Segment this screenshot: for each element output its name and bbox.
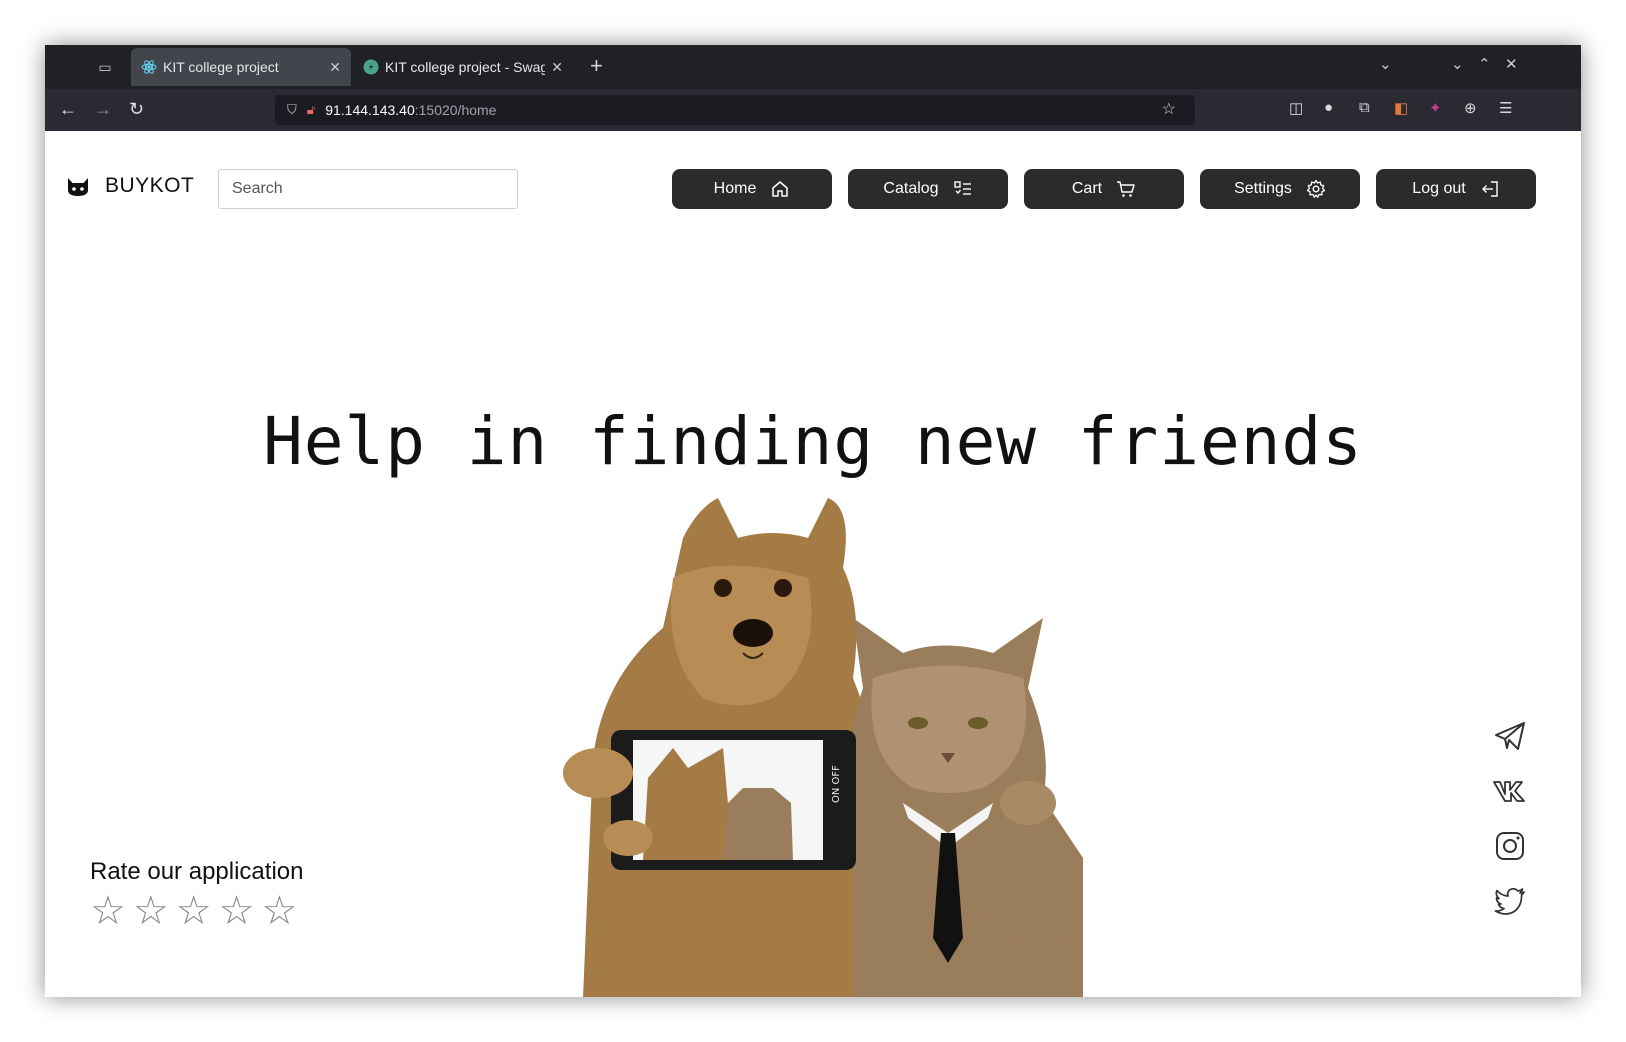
settings-button[interactable]: Settings <box>1200 169 1360 209</box>
telegram-icon[interactable] <box>1490 716 1530 756</box>
search-input[interactable] <box>218 169 518 209</box>
globe-icon[interactable]: ⊕ <box>1464 99 1477 117</box>
catalog-button-label: Catalog <box>883 180 939 197</box>
url-bar[interactable]: ⛉ 🔓︎ 91.144.143.40:15020/home ☆ <box>275 95 1195 125</box>
url-path: :15020/home <box>414 102 497 118</box>
logout-icon <box>1480 179 1500 199</box>
home-button-label: Home <box>713 180 757 197</box>
account-icon[interactable]: ● <box>1324 99 1333 116</box>
tab-title: KIT college project - Swagg <box>385 59 546 75</box>
social-links <box>1490 716 1538 936</box>
extension-icon[interactable]: ◧ <box>1394 99 1408 117</box>
cart-button[interactable]: Cart <box>1024 169 1184 209</box>
pocket-icon[interactable]: ◫ <box>1289 99 1303 117</box>
maximize-icon[interactable]: ⌃ <box>1478 55 1491 73</box>
star-icon[interactable]: ☆ <box>261 890 297 932</box>
list-tabs-icon[interactable]: ⌄ <box>1379 55 1392 73</box>
react-icon <box>141 60 157 74</box>
vk-icon[interactable] <box>1490 771 1530 811</box>
logout-button[interactable]: Log out <box>1376 169 1536 209</box>
instagram-icon[interactable] <box>1490 826 1530 866</box>
insecure-lock-icon[interactable]: 🔓︎ <box>307 102 315 118</box>
colorful-extension-icon[interactable]: ✦ <box>1429 99 1442 117</box>
twitter-icon[interactable] <box>1490 881 1530 921</box>
browser-window: ▭ KIT college project ✕ KIT college proj… <box>45 45 1581 997</box>
star-icon[interactable]: ☆ <box>90 890 126 932</box>
tab-overview-icon[interactable]: ▭ <box>95 57 115 77</box>
site-logo[interactable]: BUYKOT <box>65 173 194 199</box>
star-icon[interactable]: ☆ <box>176 890 212 932</box>
menu-icon[interactable]: ☰ <box>1499 99 1512 117</box>
minimize-icon[interactable]: ⌄ <box>1451 55 1464 73</box>
home-button[interactable]: Home <box>672 169 832 209</box>
page-content: BUYKOT Home Catalog Cart Settings <box>45 131 1581 997</box>
tab-bar: ▭ KIT college project ✕ KIT college proj… <box>45 45 1581 89</box>
bookmark-star-icon[interactable]: ☆ <box>1162 89 1176 131</box>
url-host: 91.144.143.40 <box>325 102 415 118</box>
close-icon[interactable]: ✕ <box>551 59 563 76</box>
rating-widget: Rate our application ☆ ☆ ☆ ☆ ☆ <box>90 858 304 932</box>
star-icon[interactable]: ☆ <box>133 890 169 932</box>
shield-icon[interactable]: ⛉ <box>287 102 297 118</box>
rating-stars: ☆ ☆ ☆ ☆ ☆ <box>90 890 304 932</box>
rating-label: Rate our application <box>90 858 304 885</box>
tab-kit-college-project[interactable]: KIT college project ✕ <box>131 48 351 86</box>
dog-and-cat-selfie-image: ON OFF <box>563 498 1083 997</box>
catalog-button[interactable]: Catalog <box>848 169 1008 209</box>
gear-icon <box>1306 179 1326 199</box>
swagger-icon <box>363 59 379 75</box>
home-icon <box>770 179 790 199</box>
back-icon[interactable]: ← <box>59 98 77 120</box>
settings-button-label: Settings <box>1234 180 1292 197</box>
cart-button-label: Cart <box>1071 180 1103 197</box>
cart-icon <box>1116 179 1136 199</box>
star-icon[interactable]: ☆ <box>219 890 255 932</box>
logout-button-label: Log out <box>1412 180 1466 197</box>
cat-logo-icon <box>68 178 88 196</box>
tab-swagger[interactable]: KIT college project - Swagg ✕ <box>353 48 573 86</box>
extensions-icon[interactable]: ⧉ <box>1359 99 1370 116</box>
reload-icon[interactable]: ↻ <box>129 98 144 120</box>
brand-name: BUYKOT <box>105 174 195 197</box>
catalog-list-icon <box>953 179 973 199</box>
close-icon[interactable]: ✕ <box>329 59 341 76</box>
navigation-bar: ← → ↻ ⛉ 🔓︎ 91.144.143.40:15020/home ☆ ◫ … <box>45 89 1581 131</box>
new-tab-icon[interactable]: + <box>590 53 603 79</box>
svg-text:ON OFF: ON OFF <box>831 765 842 803</box>
window-close-icon[interactable]: ✕ <box>1505 55 1518 73</box>
forward-icon[interactable]: → <box>94 98 112 120</box>
tab-title: KIT college project <box>163 59 279 75</box>
